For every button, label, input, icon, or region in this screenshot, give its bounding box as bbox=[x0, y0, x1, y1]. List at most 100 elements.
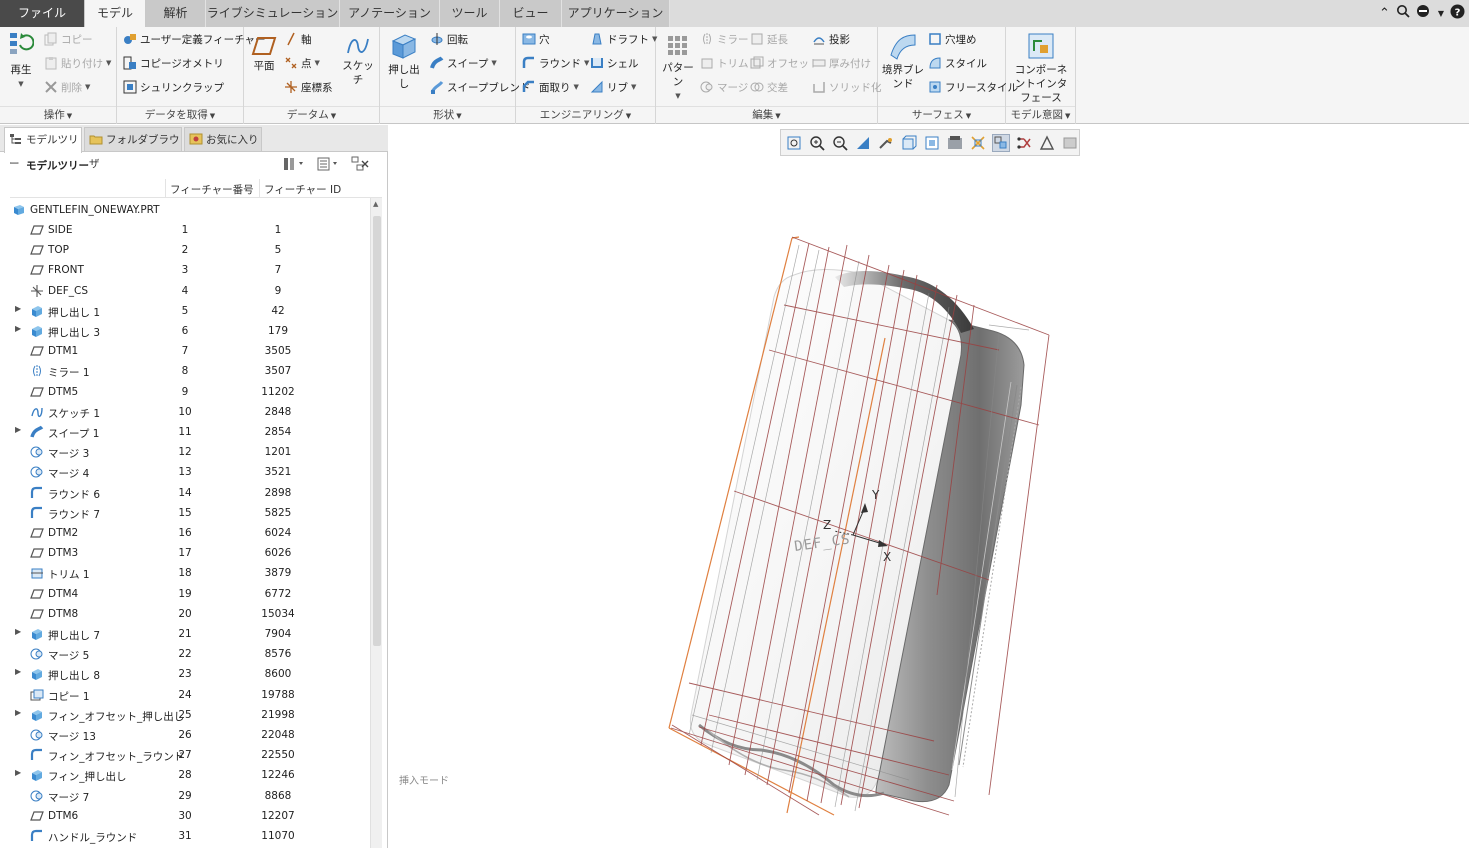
tree-row[interactable]: スケッチ 1 10 2848 bbox=[0, 402, 370, 422]
tree-row[interactable]: TOP 2 5 bbox=[0, 240, 370, 260]
model-tree-scrollbar[interactable]: ▲ bbox=[370, 198, 382, 848]
graphics-window[interactable]: Y Z X DEF_CS 挿入モード bbox=[389, 125, 1469, 848]
tree-row[interactable]: ▶ 押し出し 7 21 7904 bbox=[0, 624, 370, 644]
show-menu-icon[interactable] bbox=[317, 156, 341, 175]
tree-row[interactable]: DTM1 7 3505 bbox=[0, 341, 370, 361]
tab-annotation[interactable]: アノテーション bbox=[340, 0, 440, 27]
tree-row[interactable]: DTM5 9 11202 bbox=[0, 382, 370, 402]
tree-row[interactable]: コピー 1 24 19788 bbox=[0, 685, 370, 705]
tab-file[interactable]: ファイル bbox=[0, 0, 84, 27]
chevron-down-icon[interactable]: ▼ bbox=[1438, 9, 1444, 18]
tree-row[interactable]: トリム 1 18 3879 bbox=[0, 563, 370, 583]
plane-button[interactable]: 平面 bbox=[248, 35, 280, 73]
chevron-down-icon[interactable]: ▼ bbox=[574, 83, 579, 91]
merge-button[interactable]: マージ bbox=[700, 78, 748, 96]
tree-row[interactable]: ▶ 押し出し 1 5 42 bbox=[0, 301, 370, 321]
regenerate-button[interactable]: 再生 ▼ bbox=[4, 31, 38, 91]
group-label-model-intent[interactable]: モデル意図 ▼ bbox=[1006, 106, 1075, 122]
chevron-down-icon[interactable]: ▼ bbox=[491, 59, 496, 67]
tab-folder-browser[interactable]: フォルダブラウザ bbox=[84, 127, 182, 170]
column-feature-number[interactable]: フィーチャー番号 bbox=[170, 182, 254, 197]
tree-row[interactable]: フィン_オフセット_ラウンド 27 22550 bbox=[0, 745, 370, 765]
axis-button[interactable]: 軸 bbox=[284, 30, 312, 48]
tree-row[interactable]: DTM4 19 6772 bbox=[0, 584, 370, 604]
tree-row[interactable]: DEF_CS 4 9 bbox=[0, 281, 370, 301]
tree-row[interactable]: FRONT 3 7 bbox=[0, 260, 370, 280]
search-icon[interactable] bbox=[1396, 4, 1410, 22]
tree-row[interactable]: DTM2 16 6024 bbox=[0, 523, 370, 543]
intersect-button[interactable]: 交差 bbox=[750, 78, 788, 96]
tab-view[interactable]: ビュー bbox=[500, 0, 562, 27]
tree-row[interactable]: ▶ フィン_オフセット_押し出し 25 21998 bbox=[0, 705, 370, 725]
expand-arrow-icon[interactable]: ▶ bbox=[15, 304, 21, 313]
tab-tools[interactable]: ツール bbox=[440, 0, 500, 27]
tree-root-part[interactable]: GENTLEFIN_ONEWAY.PRT bbox=[0, 200, 370, 220]
tree-settings-icon[interactable] bbox=[283, 156, 307, 175]
copy-button[interactable]: コピー bbox=[44, 30, 93, 48]
tree-row[interactable]: SIDE 1 1 bbox=[0, 220, 370, 240]
expand-arrow-icon[interactable]: ▶ bbox=[15, 768, 21, 777]
tree-row[interactable]: ▶ スイープ 1 11 2854 bbox=[0, 422, 370, 442]
tree-row[interactable]: DTM8 20 15034 bbox=[0, 604, 370, 624]
revolve-button[interactable]: 回転 bbox=[430, 30, 468, 48]
chevron-down-icon[interactable]: ▼ bbox=[584, 59, 589, 67]
expand-arrow-icon[interactable]: ▶ bbox=[15, 425, 21, 434]
trim-button[interactable]: トリム bbox=[700, 54, 749, 72]
chevron-down-icon[interactable]: ▼ bbox=[660, 89, 696, 103]
delete-button[interactable]: 削除 ▼ bbox=[44, 78, 90, 96]
pattern-button[interactable]: パターン ▼ bbox=[660, 33, 696, 103]
shell-button[interactable]: シェル bbox=[590, 54, 639, 72]
tab-model[interactable]: モデル bbox=[84, 0, 146, 27]
group-label-datum[interactable]: データム ▼ bbox=[244, 106, 379, 122]
project-button[interactable]: 投影 bbox=[812, 30, 850, 48]
group-label-engineering[interactable]: エンジニアリング ▼ bbox=[516, 106, 655, 122]
fill-button[interactable]: 穴埋め bbox=[928, 30, 977, 48]
tree-row[interactable]: DTM3 17 6026 bbox=[0, 543, 370, 563]
group-label-editing[interactable]: 編集 ▼ bbox=[656, 106, 877, 122]
group-label-get-data[interactable]: データを取得 ▼ bbox=[117, 106, 243, 122]
chevron-down-icon[interactable]: ▼ bbox=[315, 59, 320, 67]
command-locator-icon[interactable] bbox=[1416, 4, 1432, 22]
tree-row[interactable]: マージ 13 26 22048 bbox=[0, 725, 370, 745]
part-model-view[interactable]: Y Z X DEF_CS bbox=[389, 125, 1469, 848]
freestyle-button[interactable]: フリースタイル bbox=[928, 78, 1018, 96]
point-button[interactable]: 点 ▼ bbox=[284, 54, 320, 72]
help-icon[interactable]: ? bbox=[1450, 4, 1465, 23]
expand-arrow-icon[interactable]: ▶ bbox=[15, 667, 21, 676]
chevron-down-icon[interactable]: ▼ bbox=[631, 83, 636, 91]
collapse-ribbon-icon[interactable]: ⌃ bbox=[1379, 6, 1390, 21]
csys-button[interactable]: 座標系 bbox=[284, 78, 333, 96]
tree-row[interactable]: ミラー 1 8 3507 bbox=[0, 361, 370, 381]
tree-row[interactable]: ハンドル_ラウンド 31 11070 bbox=[0, 826, 370, 846]
tree-row[interactable]: マージ 7 29 8868 bbox=[0, 786, 370, 806]
tree-row[interactable]: ラウンド 6 14 2898 bbox=[0, 483, 370, 503]
paste-button[interactable]: 貼り付け ▼ bbox=[44, 54, 111, 72]
tab-favorites[interactable]: お気に入り bbox=[184, 127, 262, 151]
tab-live-simulation[interactable]: ライブシミュレーション bbox=[206, 0, 340, 27]
hole-button[interactable]: 穴 bbox=[522, 30, 550, 48]
sweep-button[interactable]: スイープ ▼ bbox=[430, 54, 497, 72]
extrude-button[interactable]: 押し出し bbox=[384, 31, 424, 91]
tab-analysis[interactable]: 解析 bbox=[146, 0, 206, 27]
column-feature-id[interactable]: フィーチャー ID bbox=[264, 182, 341, 197]
round-button[interactable]: ラウンド ▼ bbox=[522, 54, 589, 72]
chamfer-button[interactable]: 面取り ▼ bbox=[522, 78, 579, 96]
tree-row[interactable]: ▶ 押し出し 8 23 8600 bbox=[0, 664, 370, 684]
tree-row[interactable]: マージ 3 12 1201 bbox=[0, 442, 370, 462]
extend-button[interactable]: 延長 bbox=[750, 30, 788, 48]
chevron-down-icon[interactable]: ▼ bbox=[85, 83, 90, 91]
tree-row[interactable]: ▶ 押し出し 3 6 179 bbox=[0, 321, 370, 341]
group-label-shapes[interactable]: 形状 ▼ bbox=[380, 106, 515, 122]
expand-arrow-icon[interactable]: ▶ bbox=[15, 324, 21, 333]
offset-button[interactable]: オフセット bbox=[750, 54, 820, 72]
rib-button[interactable]: リブ ▼ bbox=[590, 78, 636, 96]
tab-applications[interactable]: アプリケーション bbox=[562, 0, 670, 27]
expand-arrow-icon[interactable]: ▶ bbox=[15, 627, 21, 636]
copy-geometry-button[interactable]: コピージオメトリ bbox=[123, 54, 224, 72]
mirror-button[interactable]: ミラー bbox=[700, 30, 749, 48]
solidify-button[interactable]: ソリッド化 bbox=[812, 78, 882, 96]
tree-row[interactable]: ラウンド 7 15 5825 bbox=[0, 503, 370, 523]
group-label-operations[interactable]: 操作 ▼ bbox=[0, 106, 116, 122]
tree-row[interactable]: マージ 4 13 3521 bbox=[0, 462, 370, 482]
style-button[interactable]: スタイル bbox=[928, 54, 987, 72]
